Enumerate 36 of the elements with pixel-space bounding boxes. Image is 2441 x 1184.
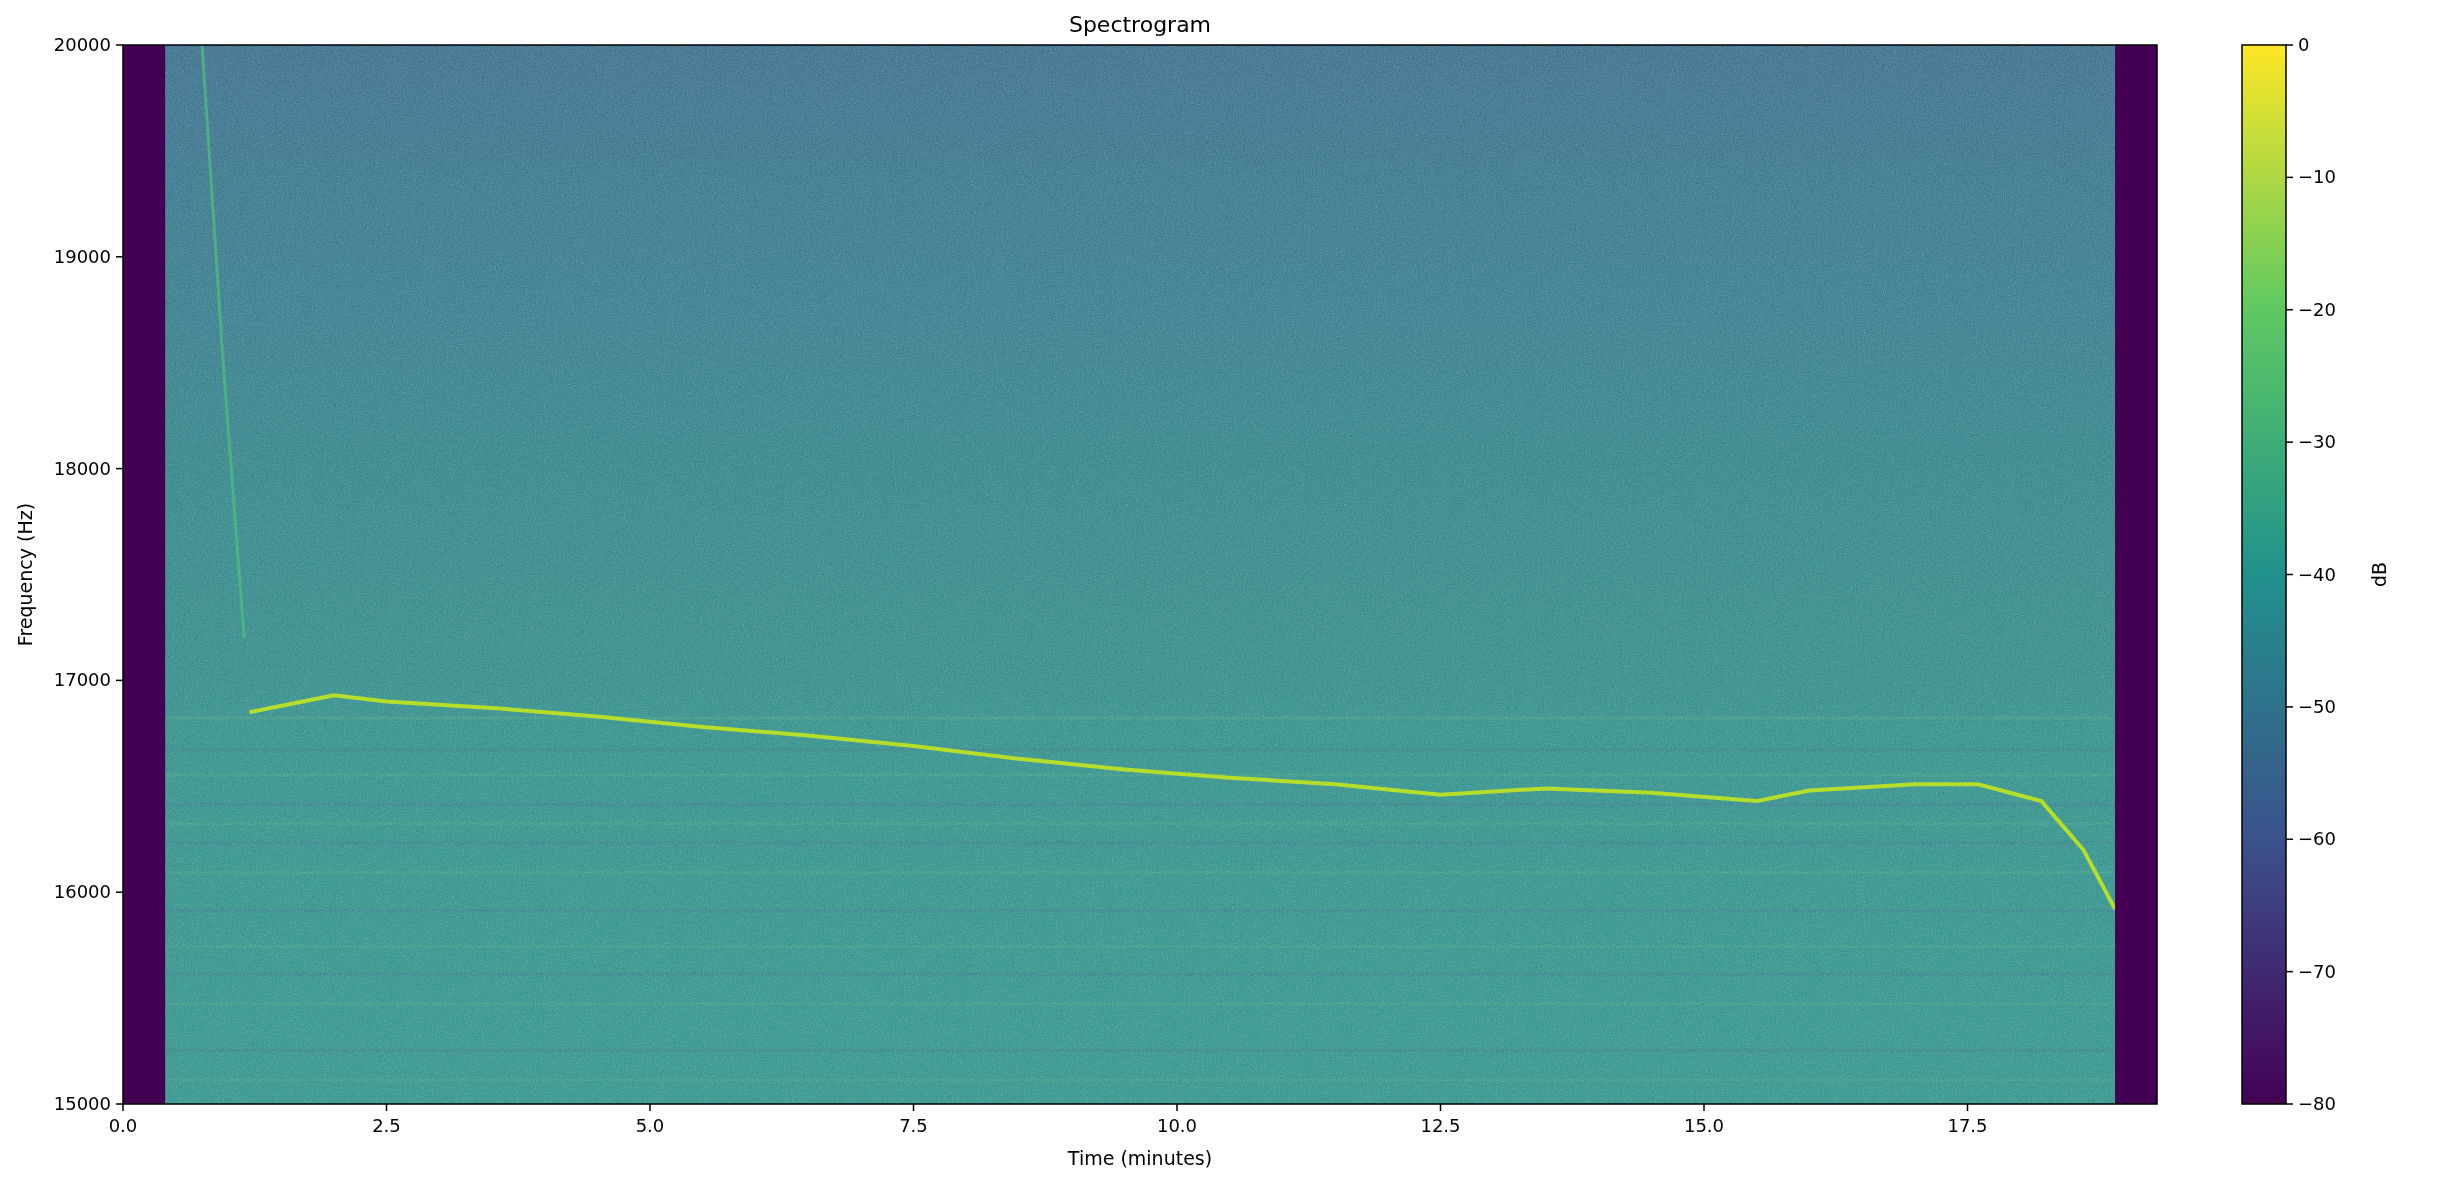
chart-title: Spectrogram [1068, 12, 1212, 37]
x-tick-label: 2.5 [372, 1115, 401, 1136]
y-tick-label: 18000 [53, 457, 111, 479]
colorbar-tick-label: −50 [2298, 695, 2336, 717]
tick-mark [2285, 441, 2294, 443]
tick-mark [2285, 706, 2294, 708]
colorbar-label: dB [2368, 561, 2390, 588]
tick-mark [2285, 176, 2294, 179]
y-tick-label: 19000 [53, 245, 111, 267]
colorbar-tick-label: 0 [2298, 34, 2310, 55]
colorbar-tick-label: −20 [2298, 298, 2336, 320]
colorbar-tick-label: −10 [2298, 166, 2336, 188]
y-tick-label: 15000 [53, 1093, 111, 1114]
x-tick-label: 15.0 [1683, 1115, 1725, 1136]
tick-mark [2285, 970, 2294, 973]
x-tick-label: 0.0 [108, 1115, 138, 1136]
x-tick-label: 10.0 [1156, 1115, 1198, 1136]
y-tick-label: 20000 [53, 34, 111, 55]
tick-mark [2285, 1103, 2294, 1105]
colorbar-tick-label: −30 [2298, 431, 2336, 453]
x-tick-label: 12.5 [1420, 1115, 1461, 1136]
x-tick-label: 5.0 [635, 1115, 665, 1136]
x-tick-label: 17.5 [1947, 1115, 1988, 1136]
y-tick-label: 16000 [53, 881, 111, 903]
x-tick-label: 7.5 [899, 1115, 928, 1136]
colorbar-tick-label: −80 [2298, 1093, 2336, 1114]
colorbar-tick-label: −70 [2298, 960, 2336, 982]
tick-mark [2285, 573, 2294, 576]
colorbar-tick-label: −60 [2298, 828, 2336, 850]
tick-mark [2285, 309, 2294, 311]
tick-mark [2285, 44, 2294, 46]
colorbar-tick-label: −40 [2298, 563, 2336, 585]
y-axis-label: Frequency (Hz) [14, 502, 36, 647]
x-axis-label: Time (minutes) [1067, 1147, 1213, 1169]
tick-mark [2285, 838, 2294, 840]
y-tick-label: 17000 [53, 669, 111, 691]
